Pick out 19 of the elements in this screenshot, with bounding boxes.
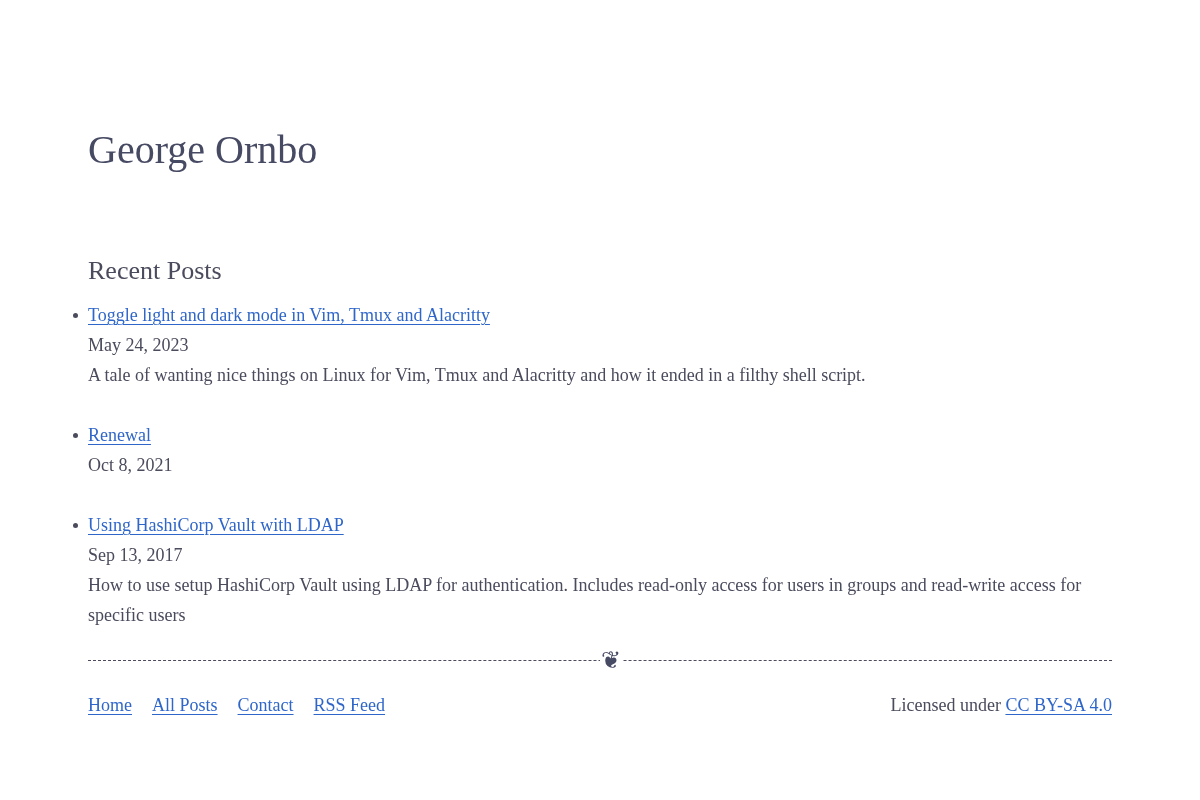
- post-title-link[interactable]: Renewal: [88, 420, 151, 450]
- post-summary: How to use setup HashiCorp Vault using LDAP for authentication. Includes read-only access for users in groups and read-write access for specific users: [88, 574, 1083, 627]
- license-text: Licensed under CC BY-SA 4.0: [890, 694, 1112, 717]
- post-title-link[interactable]: Toggle light and dark mode in Vim, Tmux and Alacritty: [88, 300, 490, 330]
- footer-link[interactable]: All Posts: [152, 690, 218, 720]
- post-summary: A tale of wanting nice things on Linux for Vim, Tmux and Alacritty and how it ended in a filthy shell script.: [88, 364, 866, 387]
- section-heading: Recent Posts: [88, 255, 222, 287]
- license-link[interactable]: CC BY-SA 4.0: [1005, 695, 1112, 715]
- footer-link[interactable]: Home: [88, 690, 132, 720]
- bullet-icon: [73, 522, 78, 528]
- footer-link[interactable]: Contact: [237, 690, 294, 720]
- post-date: May 24, 2023: [88, 334, 189, 357]
- footer-link[interactable]: RSS Feed: [313, 690, 386, 720]
- post-date: Oct 8, 2021: [88, 454, 173, 477]
- site-title: George Ornbo: [88, 126, 318, 174]
- post-title-link[interactable]: Using HashiCorp Vault with LDAP: [88, 510, 344, 540]
- post-date: Sep 13, 2017: [88, 544, 183, 567]
- bullet-icon: [73, 312, 78, 318]
- bullet-icon: [73, 432, 78, 438]
